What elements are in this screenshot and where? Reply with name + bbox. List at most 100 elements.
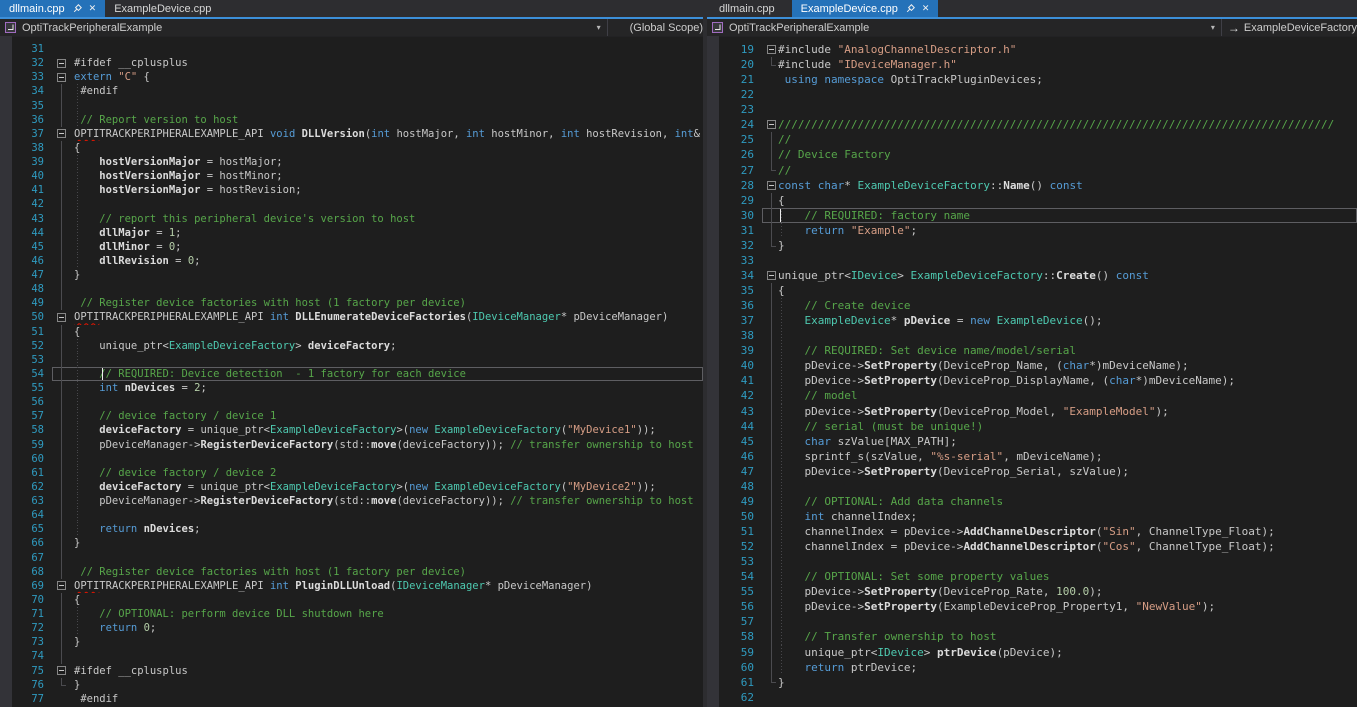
code-text[interactable]: }	[74, 536, 703, 550]
line-number[interactable]: 57	[0, 409, 44, 423]
fold-toggle-icon[interactable]	[57, 73, 66, 82]
pin-icon[interactable]	[70, 1, 84, 15]
line-number[interactable]: 69	[0, 579, 44, 593]
line-number[interactable]: 48	[0, 282, 44, 296]
line-number[interactable]: 39	[0, 155, 44, 169]
code-text[interactable]: extern "C" {	[74, 70, 703, 84]
code-text[interactable]: sprintf_s(szValue, "%s-serial", mDeviceN…	[778, 449, 1357, 464]
code-text[interactable]: #endif	[74, 692, 703, 706]
code-text[interactable]: pDevice->SetProperty(DeviceProp_Serial, …	[778, 464, 1357, 479]
code-text[interactable]: pDeviceManager->RegisterDeviceFactory(st…	[74, 438, 703, 452]
line-number[interactable]: 66	[0, 536, 44, 550]
line-number[interactable]: 27	[707, 163, 754, 178]
line-number[interactable]: 36	[707, 298, 754, 313]
code-text[interactable]: // OPTIONAL: Set some property values	[778, 569, 1357, 584]
line-number[interactable]: 32	[707, 238, 754, 253]
code-text[interactable]: hostVersionMajor = hostMajor;	[74, 155, 703, 169]
line-number[interactable]: 44	[0, 226, 44, 240]
tab-exampledevice[interactable]: ExampleDevice.cpp	[105, 0, 220, 17]
line-number[interactable]: 59	[707, 645, 754, 660]
code-text[interactable]: // OPTIONAL: perform device DLL shutdown…	[74, 607, 703, 621]
code-text[interactable]: int nDevices = 2;	[74, 381, 703, 395]
line-number[interactable]: 59	[0, 438, 44, 452]
fold-toggle-icon[interactable]	[57, 666, 66, 675]
code-text[interactable]: unique_ptr<IDevice> ExampleDeviceFactory…	[778, 268, 1357, 283]
code-text[interactable]: }	[74, 268, 703, 282]
code-text[interactable]	[778, 614, 1357, 629]
line-number[interactable]: 42	[707, 388, 754, 403]
line-number[interactable]: 37	[0, 127, 44, 141]
line-number[interactable]: 49	[707, 494, 754, 509]
code-text[interactable]: // REQUIRED: Device detection - 1 factor…	[74, 367, 703, 381]
line-number[interactable]: 47	[707, 464, 754, 479]
fold-toggle-icon[interactable]	[767, 45, 776, 54]
code-text[interactable]: channelIndex = pDevice->AddChannelDescri…	[778, 524, 1357, 539]
code-text[interactable]: ////////////////////////////////////////…	[778, 117, 1357, 132]
line-number[interactable]: 47	[0, 268, 44, 282]
line-number[interactable]: 58	[707, 629, 754, 644]
code-text[interactable]: pDevice->SetProperty(ExampleDeviceProp_P…	[778, 599, 1357, 614]
code-text[interactable]: #ifdef __cplusplus	[74, 664, 703, 678]
code-text[interactable]: unique_ptr<IDevice> ptrDevice(pDevice);	[778, 645, 1357, 660]
code-text[interactable]: return nDevices;	[74, 522, 703, 536]
code-text[interactable]: #include "IDeviceManager.h"	[778, 57, 1357, 72]
line-number[interactable]: 48	[707, 479, 754, 494]
line-number[interactable]: 43	[0, 212, 44, 226]
code-text[interactable]: //	[778, 163, 1357, 178]
line-number[interactable]: 54	[0, 367, 44, 381]
pin-icon[interactable]	[903, 1, 917, 15]
code-text[interactable]	[778, 328, 1357, 343]
code-text[interactable]: // REQUIRED: factory name	[778, 208, 1357, 223]
fold-toggle-icon[interactable]	[767, 120, 776, 129]
line-number[interactable]: 26	[707, 147, 754, 162]
code-text[interactable]	[74, 395, 703, 409]
line-number[interactable]: 54	[707, 569, 754, 584]
line-number[interactable]: 52	[707, 539, 754, 554]
line-number[interactable]: 75	[0, 664, 44, 678]
tab-exampledevice[interactable]: ExampleDevice.cpp ✕	[792, 0, 939, 17]
line-number[interactable]: 57	[707, 614, 754, 629]
chevron-down-icon[interactable]: ▾	[597, 23, 601, 32]
code-text[interactable]	[74, 282, 703, 296]
line-number[interactable]: 64	[0, 508, 44, 522]
line-number[interactable]: 34	[0, 84, 44, 98]
line-number[interactable]: 24	[707, 117, 754, 132]
line-number[interactable]: 30	[707, 208, 754, 223]
line-number[interactable]: 53	[0, 353, 44, 367]
code-text[interactable]: ExampleDevice* pDevice = new ExampleDevi…	[778, 313, 1357, 328]
code-text[interactable]	[74, 197, 703, 211]
code-text[interactable]: // Register device factories with host (…	[74, 296, 703, 310]
line-number[interactable]: 62	[0, 480, 44, 494]
line-number[interactable]: 55	[0, 381, 44, 395]
line-number[interactable]: 33	[0, 70, 44, 84]
line-number[interactable]: 38	[0, 141, 44, 155]
code-text[interactable]: dllMinor = 0;	[74, 240, 703, 254]
line-number[interactable]: 42	[0, 197, 44, 211]
line-number[interactable]: 40	[0, 169, 44, 183]
line-number[interactable]: 53	[707, 554, 754, 569]
line-number[interactable]: 56	[707, 599, 754, 614]
line-number[interactable]: 74	[0, 649, 44, 663]
line-number[interactable]: 49	[0, 296, 44, 310]
line-number[interactable]: 28	[707, 178, 754, 193]
line-number[interactable]: 70	[0, 593, 44, 607]
code-text[interactable]: {	[778, 193, 1357, 208]
code-text[interactable]: }	[778, 675, 1357, 690]
code-text[interactable]: // device factory / device 2	[74, 466, 703, 480]
project-dropdown[interactable]: OptiTrackPeripheralExample	[729, 22, 869, 34]
code-text[interactable]: // report this peripheral device's versi…	[74, 212, 703, 226]
code-text[interactable]	[778, 690, 1357, 705]
code-text[interactable]: char szValue[MAX_PATH];	[778, 434, 1357, 449]
code-text[interactable]: // Register device factories with host (…	[74, 565, 703, 579]
line-number[interactable]: 51	[707, 524, 754, 539]
code-text[interactable]	[778, 87, 1357, 102]
code-text[interactable]: const char* ExampleDeviceFactory::Name()…	[778, 178, 1357, 193]
line-number[interactable]: 68	[0, 565, 44, 579]
code-text[interactable]	[74, 42, 703, 56]
code-text[interactable]: pDevice->SetProperty(DeviceProp_DisplayN…	[778, 373, 1357, 388]
fold-toggle-icon[interactable]	[767, 271, 776, 280]
chevron-down-icon[interactable]: ▾	[1211, 23, 1215, 32]
code-text[interactable]: return 0;	[74, 621, 703, 635]
code-text[interactable]: // REQUIRED: Set device name/model/seria…	[778, 343, 1357, 358]
line-number[interactable]: 65	[0, 522, 44, 536]
